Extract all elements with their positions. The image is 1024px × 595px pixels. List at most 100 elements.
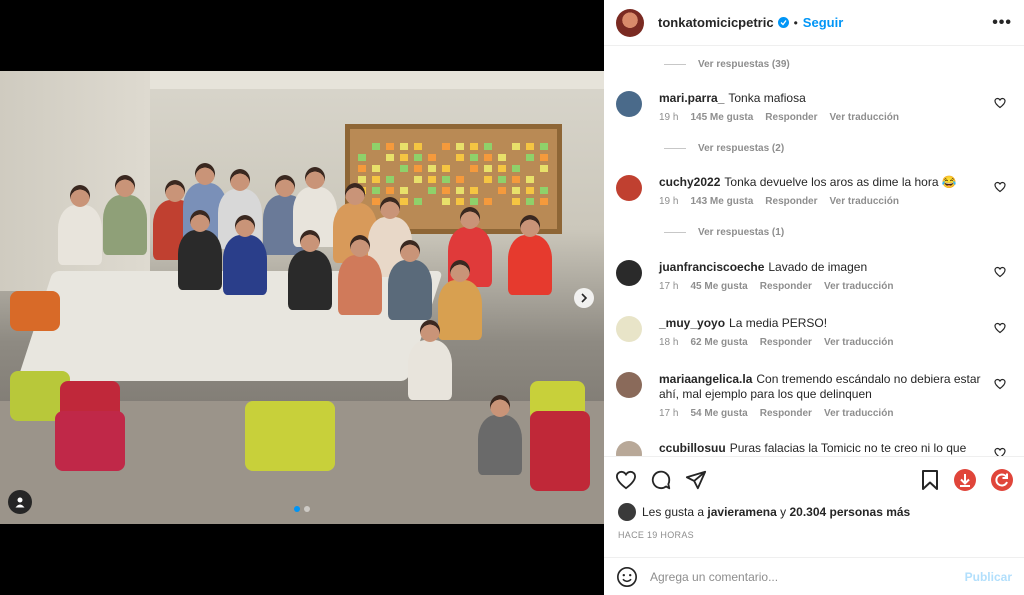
comment-likes[interactable]: 45 Me gusta: [690, 281, 747, 292]
commenter-username[interactable]: cuchy2022: [659, 175, 720, 189]
comment-likes[interactable]: 143 Me gusta: [690, 196, 753, 207]
sticky-note: [400, 198, 408, 205]
emoji-icon[interactable]: [616, 566, 638, 588]
comment-heart-icon[interactable]: [994, 378, 1006, 390]
publish-button[interactable]: Publicar: [965, 570, 1012, 584]
commenter-username[interactable]: juanfranciscoeche: [659, 260, 764, 274]
comment-likes[interactable]: 54 Me gusta: [690, 408, 747, 419]
sticky-note: [442, 187, 450, 194]
reply-button[interactable]: Responder: [760, 281, 812, 292]
likes-count[interactable]: 20.304 personas más: [789, 505, 910, 519]
comment-likes[interactable]: 145 Me gusta: [690, 112, 753, 123]
commenter-avatar[interactable]: [616, 260, 642, 286]
commenter-username[interactable]: mariaangelica.la: [659, 372, 752, 386]
view-replies-button[interactable]: Ver respuestas (39): [664, 59, 790, 70]
sticky-note: [414, 154, 422, 161]
comments-list[interactable]: Ver respuestas (39) mari.parra_ Tonka mafi…: [604, 46, 1024, 456]
commenter-avatar[interactable]: [616, 372, 642, 398]
comment-body: Lavado de imagen: [768, 260, 868, 274]
person-head: [380, 197, 400, 219]
commenter-username[interactable]: _muy_yoyo: [659, 316, 725, 330]
sticky-note: [526, 176, 534, 183]
translate-button[interactable]: Ver traducción: [824, 337, 893, 348]
comment-heart-icon[interactable]: [994, 266, 1006, 278]
download-icon: [954, 469, 976, 491]
chair: [530, 411, 590, 491]
refresh-button[interactable]: [990, 468, 1014, 492]
person-head: [420, 320, 440, 342]
sticky-note: [414, 176, 422, 183]
sticky-note: [512, 165, 520, 172]
user-tag-button[interactable]: [8, 490, 32, 514]
reply-button[interactable]: Responder: [760, 408, 812, 419]
more-options-icon[interactable]: •••: [992, 14, 1012, 32]
sticky-note: [456, 198, 464, 205]
sticky-note: [526, 187, 534, 194]
translate-button[interactable]: Ver traducción: [824, 281, 893, 292]
share-button[interactable]: [684, 468, 708, 492]
person-figure: [103, 195, 147, 255]
comment-likes[interactable]: 62 Me gusta: [690, 337, 747, 348]
view-replies-label: Ver respuestas (1): [698, 227, 785, 238]
comment-input[interactable]: [650, 569, 965, 584]
comment-age[interactable]: 17 h: [659, 408, 678, 419]
comment-heart-icon[interactable]: [994, 447, 1006, 456]
chair: [55, 411, 125, 471]
sticky-note: [358, 176, 366, 183]
post-photo[interactable]: [0, 71, 604, 524]
person-head: [460, 207, 480, 229]
comment-heart-icon[interactable]: [994, 181, 1006, 193]
person-figure: [288, 250, 332, 310]
comment-icon: [651, 470, 671, 490]
comment-button[interactable]: [649, 468, 673, 492]
action-bar: [604, 456, 1024, 502]
comment-age[interactable]: 19 h: [659, 112, 678, 123]
translate-button[interactable]: Ver traducción: [830, 196, 899, 207]
commenter-avatar[interactable]: [616, 91, 642, 117]
sticky-note: [498, 154, 506, 161]
sticky-note: [470, 198, 478, 205]
reply-button[interactable]: Responder: [760, 337, 812, 348]
translate-button[interactable]: Ver traducción: [830, 112, 899, 123]
commenter-username[interactable]: mari.parra_: [659, 91, 724, 105]
translate-button[interactable]: Ver traducción: [824, 408, 893, 419]
comment-age[interactable]: 19 h: [659, 196, 678, 207]
commenter-username[interactable]: ccubillosuu: [659, 441, 726, 455]
commenter-avatar[interactable]: [616, 441, 642, 456]
comment-text: mariaangelica.la Con tremendo escándalo n…: [659, 372, 989, 402]
comment-age[interactable]: 18 h: [659, 337, 678, 348]
header-separator: •: [793, 15, 798, 30]
comment-text: cuchy2022 Tonka devuelve los aros as dime…: [659, 175, 989, 190]
commenter-avatar[interactable]: [616, 316, 642, 342]
sticky-note: [400, 187, 408, 194]
sticky-note: [512, 143, 520, 150]
download-button[interactable]: [953, 468, 977, 492]
view-replies-button[interactable]: Ver respuestas (1): [664, 227, 784, 238]
author-username[interactable]: tonkatomicicpetric: [658, 15, 774, 30]
sticky-note: [470, 165, 478, 172]
comment-heart-icon[interactable]: [994, 322, 1006, 334]
sticky-note: [372, 187, 380, 194]
liker-username[interactable]: javieramena: [707, 505, 776, 519]
post-timestamp[interactable]: HACE 19 HORAS: [618, 530, 694, 540]
author-avatar[interactable]: [616, 8, 644, 37]
carousel-dots: [294, 506, 310, 512]
sticky-note: [442, 143, 450, 150]
comment-heart-icon[interactable]: [994, 97, 1006, 109]
carousel-dot: [304, 506, 310, 512]
liker-avatar[interactable]: [618, 503, 636, 521]
view-replies-button[interactable]: Ver respuestas (2): [664, 143, 784, 154]
commenter-avatar[interactable]: [616, 175, 642, 201]
reply-button[interactable]: Responder: [765, 196, 817, 207]
comment-body: Tonka devuelve los aros as dime la hora …: [724, 175, 957, 189]
comment-body: La media PERSO!: [729, 316, 828, 330]
follow-button[interactable]: Seguir: [803, 15, 843, 30]
comment-age[interactable]: 17 h: [659, 281, 678, 292]
person-figure: [478, 415, 522, 475]
reply-button[interactable]: Responder: [765, 112, 817, 123]
next-photo-button[interactable]: [574, 288, 594, 308]
sticky-note: [498, 176, 506, 183]
like-button[interactable]: [614, 468, 638, 492]
sticky-note: [484, 198, 492, 205]
save-button[interactable]: [918, 468, 942, 492]
